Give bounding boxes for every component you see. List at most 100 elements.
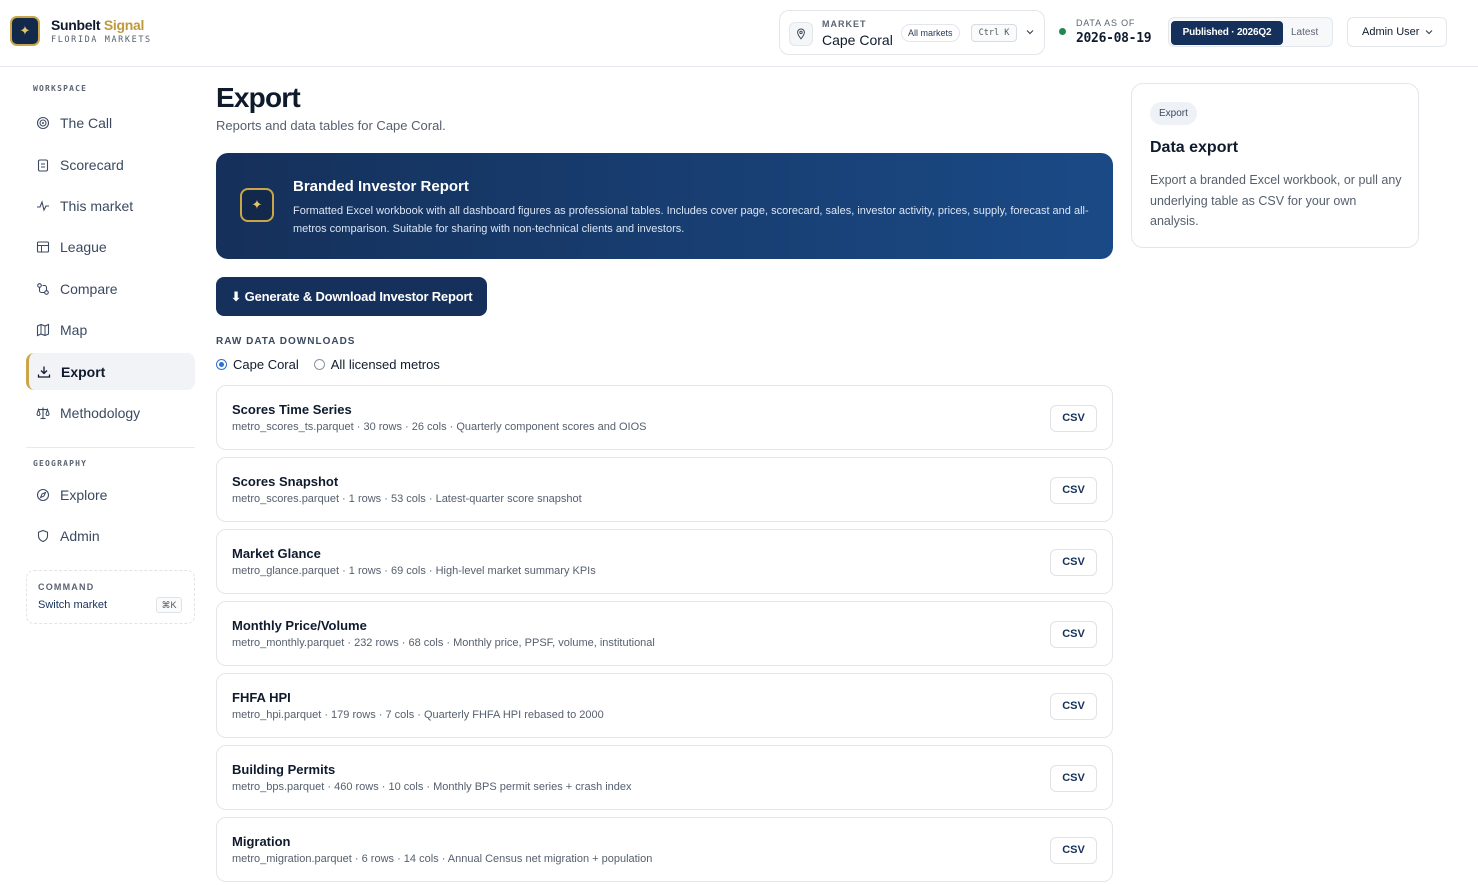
sidebar-item-compare[interactable]: Compare (26, 270, 195, 307)
version-toggle: Published · 2026Q2 Latest (1168, 17, 1333, 47)
published-button[interactable]: Published · 2026Q2 (1171, 21, 1283, 45)
download-icon (37, 365, 51, 379)
brand-subtitle: FLORIDA MARKETS (51, 34, 152, 45)
file-name: Monthly Price/Volume (232, 618, 367, 633)
sidebar-item-scorecard[interactable]: Scorecard (26, 146, 195, 183)
sidebar-item-league[interactable]: League (26, 228, 195, 265)
file-name: Scores Snapshot (232, 474, 339, 489)
csv-download-button[interactable]: CSV (1050, 477, 1097, 504)
info-title: Data export (1150, 139, 1239, 156)
radio-all-metros[interactable] (313, 359, 325, 370)
generate-report-button[interactable]: ⬇ Generate & Download Investor Report (216, 277, 487, 316)
shield-icon (36, 529, 50, 543)
sidebar-item-label: Methodology (60, 404, 141, 421)
sidebar-item-label: Compare (60, 280, 118, 297)
csv-download-button[interactable]: CSV (1050, 549, 1097, 576)
brand[interactable]: ✦ Sunbelt Signal FLORIDA MARKETS (10, 16, 152, 46)
file-card: FHFA HPI metro_hpi.parquet · 179 rows · … (216, 673, 1113, 738)
file-meta: metro_hpi.parquet · 179 rows · 7 cols · … (232, 709, 604, 721)
file-meta: metro_scores.parquet · 1 rows · 53 cols … (232, 493, 582, 505)
sidebar-item-label: Map (60, 321, 88, 338)
activity-icon (36, 199, 50, 213)
data-as-of-label: DATA AS OF (1076, 18, 1136, 28)
sidebar-item-explore[interactable]: Explore (26, 476, 195, 513)
info-description: Export a branded Excel workbook, or pull… (1150, 173, 1402, 228)
file-name: Migration (232, 834, 291, 849)
radio-label[interactable]: Cape Coral (233, 357, 299, 372)
page-title: Export (216, 82, 301, 113)
command-kbd-hint: ⌘K (156, 597, 182, 613)
workspace-section-label: WORKSPACE (33, 84, 88, 93)
market-value: Cape Coral (822, 32, 893, 48)
target-icon (36, 116, 50, 130)
banner-description: Formatted Excel workbook with all dashbo… (293, 205, 1089, 235)
data-as-of-value: 2026-08-19 (1076, 31, 1152, 46)
csv-download-button[interactable]: CSV (1050, 765, 1097, 792)
file-name: FHFA HPI (232, 690, 291, 705)
shortcut-hint: Ctrl K (971, 24, 1017, 42)
data-export-info-card: Export Data export Export a branded Exce… (1131, 83, 1419, 248)
raw-downloads-label: RAW DATA DOWNLOADS (216, 336, 356, 347)
market-selector[interactable]: MARKET Cape Coral All markets Ctrl K (779, 10, 1045, 55)
file-name: Scores Time Series (232, 402, 352, 417)
user-menu-button[interactable]: Admin User (1347, 17, 1447, 47)
file-meta: metro_monthly.parquet · 232 rows · 68 co… (232, 637, 655, 649)
file-meta: metro_glance.parquet · 1 rows · 69 cols … (232, 565, 596, 577)
map-icon (36, 323, 50, 337)
file-card: Scores Time Series metro_scores_ts.parqu… (216, 385, 1113, 450)
file-card: Scores Snapshot metro_scores.parquet · 1… (216, 457, 1113, 522)
top-header: ✦ Sunbelt Signal FLORIDA MARKETS MARKET … (0, 0, 1478, 67)
file-card: Migration metro_migration.parquet · 6 ro… (216, 817, 1113, 882)
user-name: Admin User (1362, 26, 1420, 38)
sidebar-item-this-market[interactable]: This market (26, 187, 195, 224)
file-name: Building Permits (232, 762, 336, 777)
location-pin-icon (789, 22, 813, 46)
brand-name: Sunbelt Signal (51, 16, 145, 33)
radio-label[interactable]: All licensed metros (331, 357, 440, 372)
sidebar-item-label: This market (60, 197, 134, 214)
file-meta: metro_bps.parquet · 460 rows · 10 cols ·… (232, 781, 632, 793)
radio-cape-coral[interactable] (216, 359, 227, 370)
csv-download-button[interactable]: CSV (1050, 405, 1097, 432)
sidebar-item-export[interactable]: Export (26, 353, 195, 390)
csv-download-button[interactable]: CSV (1050, 621, 1097, 648)
scope-radio-group: Cape Coral All licensed metros (216, 357, 440, 372)
sidebar-item-label: The Call (60, 114, 113, 131)
info-badge: Export (1150, 102, 1197, 125)
latest-button[interactable]: Latest (1291, 21, 1318, 45)
compare-icon (36, 282, 50, 296)
geography-section-label: GEOGRAPHY (33, 459, 88, 468)
table-icon (36, 240, 50, 254)
sidebar-item-the-call[interactable]: The Call (26, 104, 195, 141)
status-dot (1059, 28, 1066, 35)
file-card: Monthly Price/Volume metro_monthly.parqu… (216, 601, 1113, 666)
chevron-down-icon[interactable] (1023, 25, 1037, 39)
sidebar: WORKSPACE The Call Scorecard This market… (0, 67, 210, 885)
brand-logo-icon: ✦ (10, 16, 40, 46)
csv-download-button[interactable]: CSV (1050, 837, 1097, 864)
sidebar-item-methodology[interactable]: Methodology (26, 394, 195, 431)
compass-icon (36, 488, 50, 502)
investor-report-banner: ✦ Branded Investor Report Formatted Exce… (216, 153, 1113, 259)
switch-market-link[interactable]: Switch market (38, 599, 107, 611)
sidebar-item-label: League (60, 238, 107, 255)
sidebar-item-label: Scorecard (60, 156, 124, 173)
scale-icon (36, 406, 50, 420)
file-name: Market Glance (232, 546, 321, 561)
csv-download-button[interactable]: CSV (1050, 693, 1097, 720)
brand-logo-icon: ✦ (240, 188, 274, 222)
all-markets-button[interactable]: All markets (901, 24, 960, 42)
file-card: Market Glance metro_glance.parquet · 1 r… (216, 529, 1113, 594)
sidebar-item-map[interactable]: Map (26, 311, 195, 348)
sidebar-item-admin[interactable]: Admin (26, 517, 195, 554)
banner-title: Branded Investor Report (293, 178, 469, 195)
page-subtitle: Reports and data tables for Cape Coral. (216, 118, 446, 133)
market-label: MARKET (822, 19, 867, 29)
clipboard-icon (36, 158, 50, 172)
sidebar-item-label: Export (61, 363, 106, 380)
sidebar-item-label: Admin (60, 527, 100, 544)
command-palette-shortcut[interactable]: COMMAND Switch market ⌘K (26, 570, 195, 624)
file-card: Building Permits metro_bps.parquet · 460… (216, 745, 1113, 810)
file-meta: metro_scores_ts.parquet · 30 rows · 26 c… (232, 421, 647, 433)
chevron-down-icon (1425, 30, 1433, 35)
